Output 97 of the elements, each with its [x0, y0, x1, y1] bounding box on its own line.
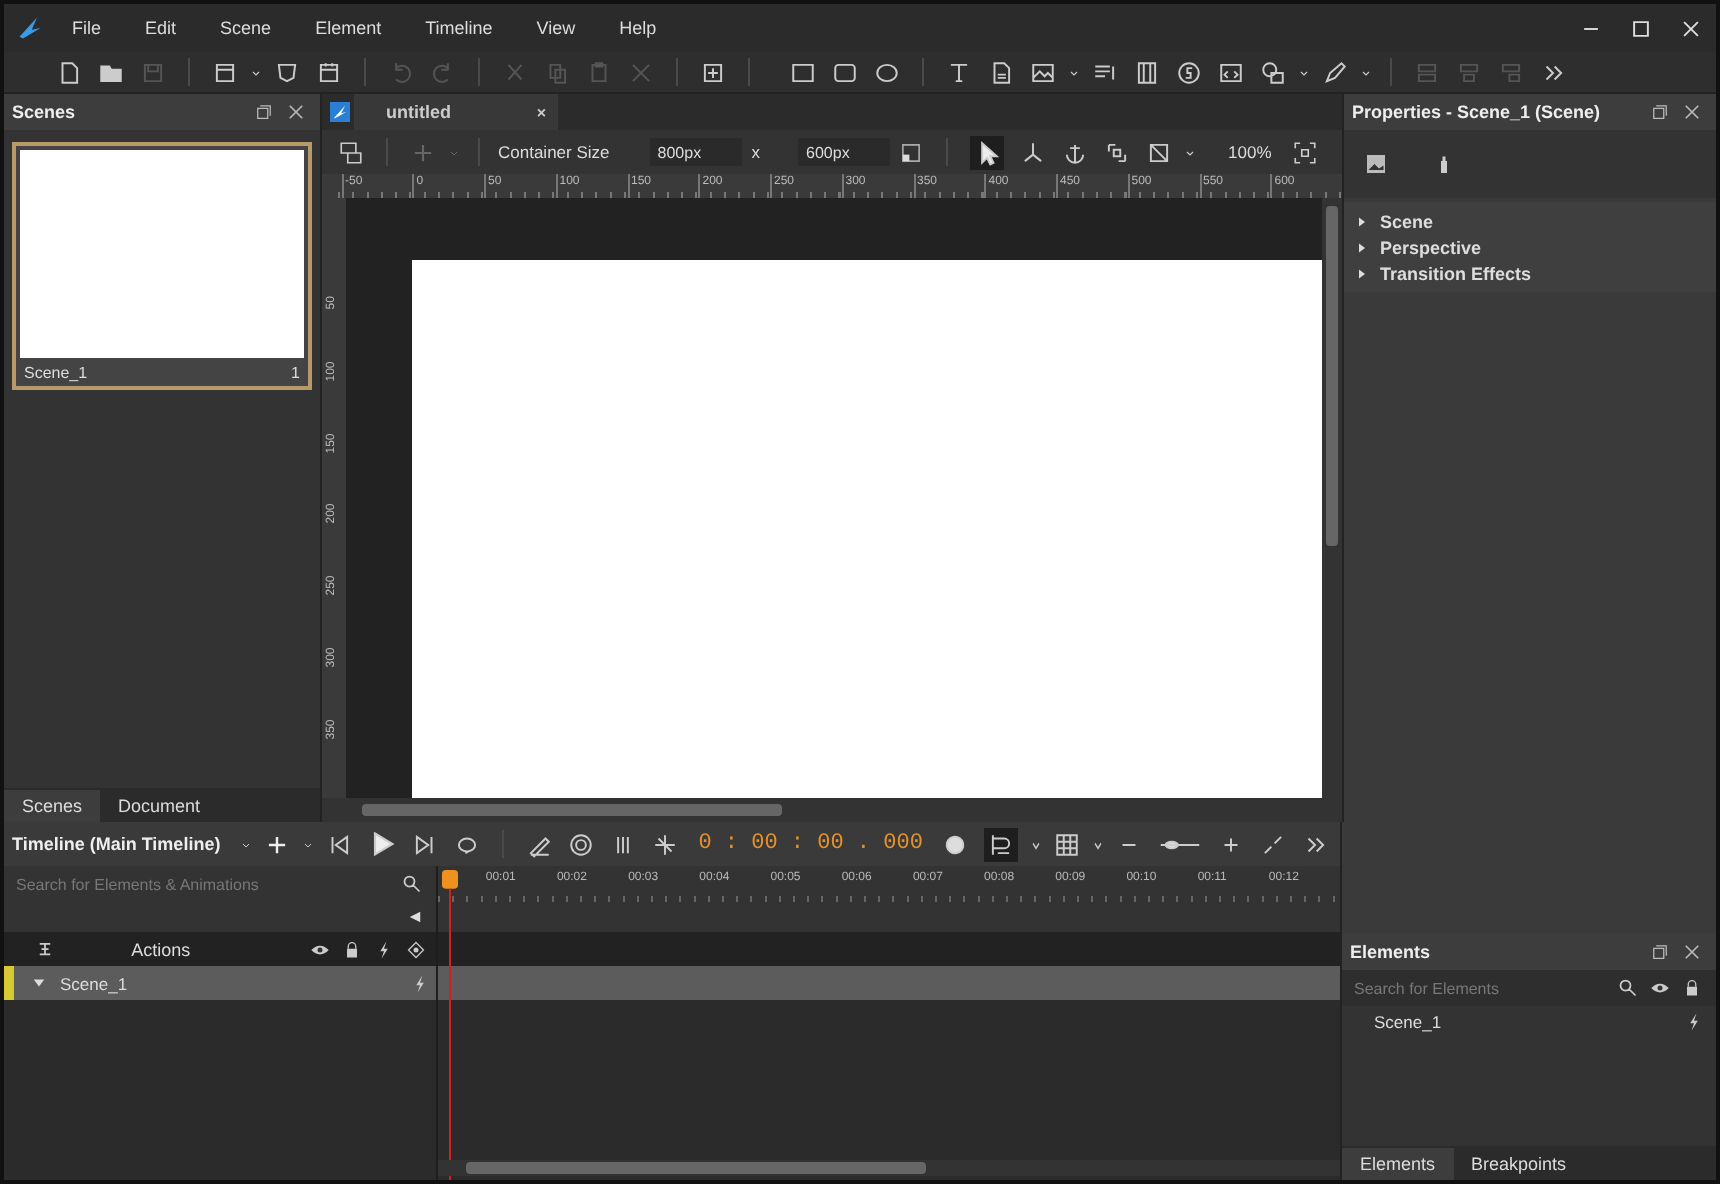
lock-icon[interactable] [1682, 978, 1702, 998]
image-icon[interactable] [1364, 152, 1388, 176]
image-icon[interactable] [1030, 59, 1056, 85]
scene-thumbnail[interactable]: Scene_1 1 [12, 142, 312, 390]
document-tab[interactable]: untitled × [354, 94, 558, 130]
menu-item[interactable]: Element [315, 18, 382, 38]
tab-close-button[interactable]: × [536, 103, 546, 121]
fit-screen-icon[interactable] [1291, 139, 1318, 165]
shield-icon[interactable] [274, 59, 300, 85]
logo-icon [16, 14, 44, 42]
expand-icon[interactable] [32, 976, 46, 990]
menu-item[interactable]: Help [619, 18, 657, 38]
property-section[interactable]: Scene [1344, 208, 1716, 234]
logo-icon [330, 102, 350, 122]
horizontal-scrollbar[interactable] [322, 798, 1342, 822]
skip-back-icon[interactable] [326, 831, 353, 857]
play-icon[interactable] [368, 830, 397, 858]
select-tool-icon[interactable] [970, 135, 1005, 169]
timeline-title: Timeline (Main Timeline) [12, 834, 221, 854]
panel-title: Elements [1350, 942, 1431, 962]
search-icon[interactable] [401, 874, 422, 894]
layer-name: Scene_1 [1374, 1012, 1444, 1032]
menu-item[interactable]: View [536, 18, 576, 38]
search-icon[interactable] [1618, 978, 1638, 998]
timeline-search-bar[interactable]: Search for Elements & Animations [4, 866, 436, 902]
timeline-search-field[interactable]: Search for Elements & Animations [12, 873, 396, 895]
pen-icon[interactable] [1322, 59, 1348, 85]
record-icon[interactable] [568, 831, 595, 857]
times-sign: x [751, 142, 761, 162]
property-section[interactable]: Perspective [1344, 234, 1716, 260]
coin-icon[interactable] [1176, 59, 1202, 85]
menu-item[interactable]: Scene [220, 18, 272, 38]
lock-icon[interactable] [341, 939, 362, 959]
add-icon[interactable] [264, 831, 291, 857]
panel-tab[interactable]: Scenes [4, 790, 101, 822]
text-tool-icon[interactable] [946, 59, 972, 85]
film-icon[interactable] [1134, 59, 1160, 85]
pencil-icon[interactable] [526, 831, 553, 857]
expand-icon[interactable] [1356, 241, 1368, 253]
document-icon[interactable] [988, 59, 1014, 85]
snap-icon[interactable] [984, 827, 1019, 861]
expand-icon[interactable] [1356, 215, 1368, 227]
section-title: Transition Effects [1380, 263, 1532, 283]
property-section[interactable]: Transition Effects [1344, 260, 1716, 286]
warp-icon[interactable] [1146, 139, 1173, 165]
vertical-scrollbar[interactable] [1322, 198, 1342, 798]
anchor-icon[interactable] [1062, 139, 1089, 165]
horizontal-scrollbar[interactable] [437, 1160, 1340, 1176]
close-icon[interactable] [1682, 942, 1702, 962]
responsive-icon[interactable] [338, 139, 364, 165]
transform-icon[interactable] [1020, 139, 1047, 165]
width-field[interactable]: 800px [649, 138, 742, 166]
sparkle-icon[interactable] [652, 831, 679, 857]
close-icon[interactable] [1680, 17, 1702, 39]
crop-icon[interactable] [1104, 139, 1131, 165]
menu-item[interactable]: Edit [145, 18, 177, 38]
code-window-icon[interactable] [1218, 59, 1244, 85]
menu-item[interactable]: Timeline [425, 18, 493, 38]
timeline-row[interactable]: Scene_1 [4, 966, 436, 1000]
column-header: Actions [129, 939, 193, 959]
zoom-level[interactable]: 100% [1228, 142, 1272, 162]
section-title: Perspective [1380, 237, 1482, 257]
eye-icon[interactable] [1650, 978, 1670, 998]
collapse-icon[interactable] [407, 910, 422, 924]
window-icon[interactable] [212, 59, 238, 85]
keyframe-icon[interactable] [405, 939, 426, 959]
close-icon[interactable] [1682, 102, 1702, 122]
pin-icon[interactable] [38, 942, 52, 956]
panel-title: Scenes [12, 102, 76, 122]
container-size-label: Container Size [498, 142, 610, 162]
section-title: Scene [1380, 211, 1434, 231]
scene-number: 1 [291, 364, 300, 382]
shapes-icon[interactable] [1260, 59, 1286, 85]
panel-title: Properties - Scene_1 (Scene) [1352, 102, 1601, 122]
resize-icon[interactable] [898, 139, 925, 165]
undock-icon[interactable] [1650, 102, 1670, 122]
playhead[interactable] [439, 870, 460, 1180]
menu-item[interactable]: File [72, 18, 102, 38]
maximize-icon[interactable] [1630, 17, 1652, 39]
elements-search-field[interactable]: Search for Elements [1350, 977, 1612, 999]
elements-search-bar[interactable]: Search for Elements [1342, 970, 1716, 1006]
undock-icon[interactable] [254, 102, 274, 122]
panel-tab[interactable]: Elements [1342, 1148, 1454, 1180]
grid-icon[interactable] [1054, 831, 1081, 857]
undock-icon[interactable] [1650, 942, 1670, 962]
height-field[interactable]: 600px [798, 138, 891, 166]
add-frame-icon[interactable] [700, 59, 726, 85]
fit-icon[interactable] [1260, 831, 1287, 857]
new-file-icon[interactable] [56, 59, 82, 85]
rectangle-icon[interactable] [790, 59, 816, 85]
close-icon[interactable] [286, 102, 306, 122]
time-display[interactable]: 0 : 00 : 00 . 000 [698, 832, 923, 856]
document-title: untitled [386, 102, 451, 122]
row-label: Scene_1 [60, 973, 130, 993]
expand-icon[interactable] [1356, 267, 1368, 279]
calendar-icon[interactable] [316, 59, 342, 85]
scene-name: Scene_1 [24, 364, 88, 382]
